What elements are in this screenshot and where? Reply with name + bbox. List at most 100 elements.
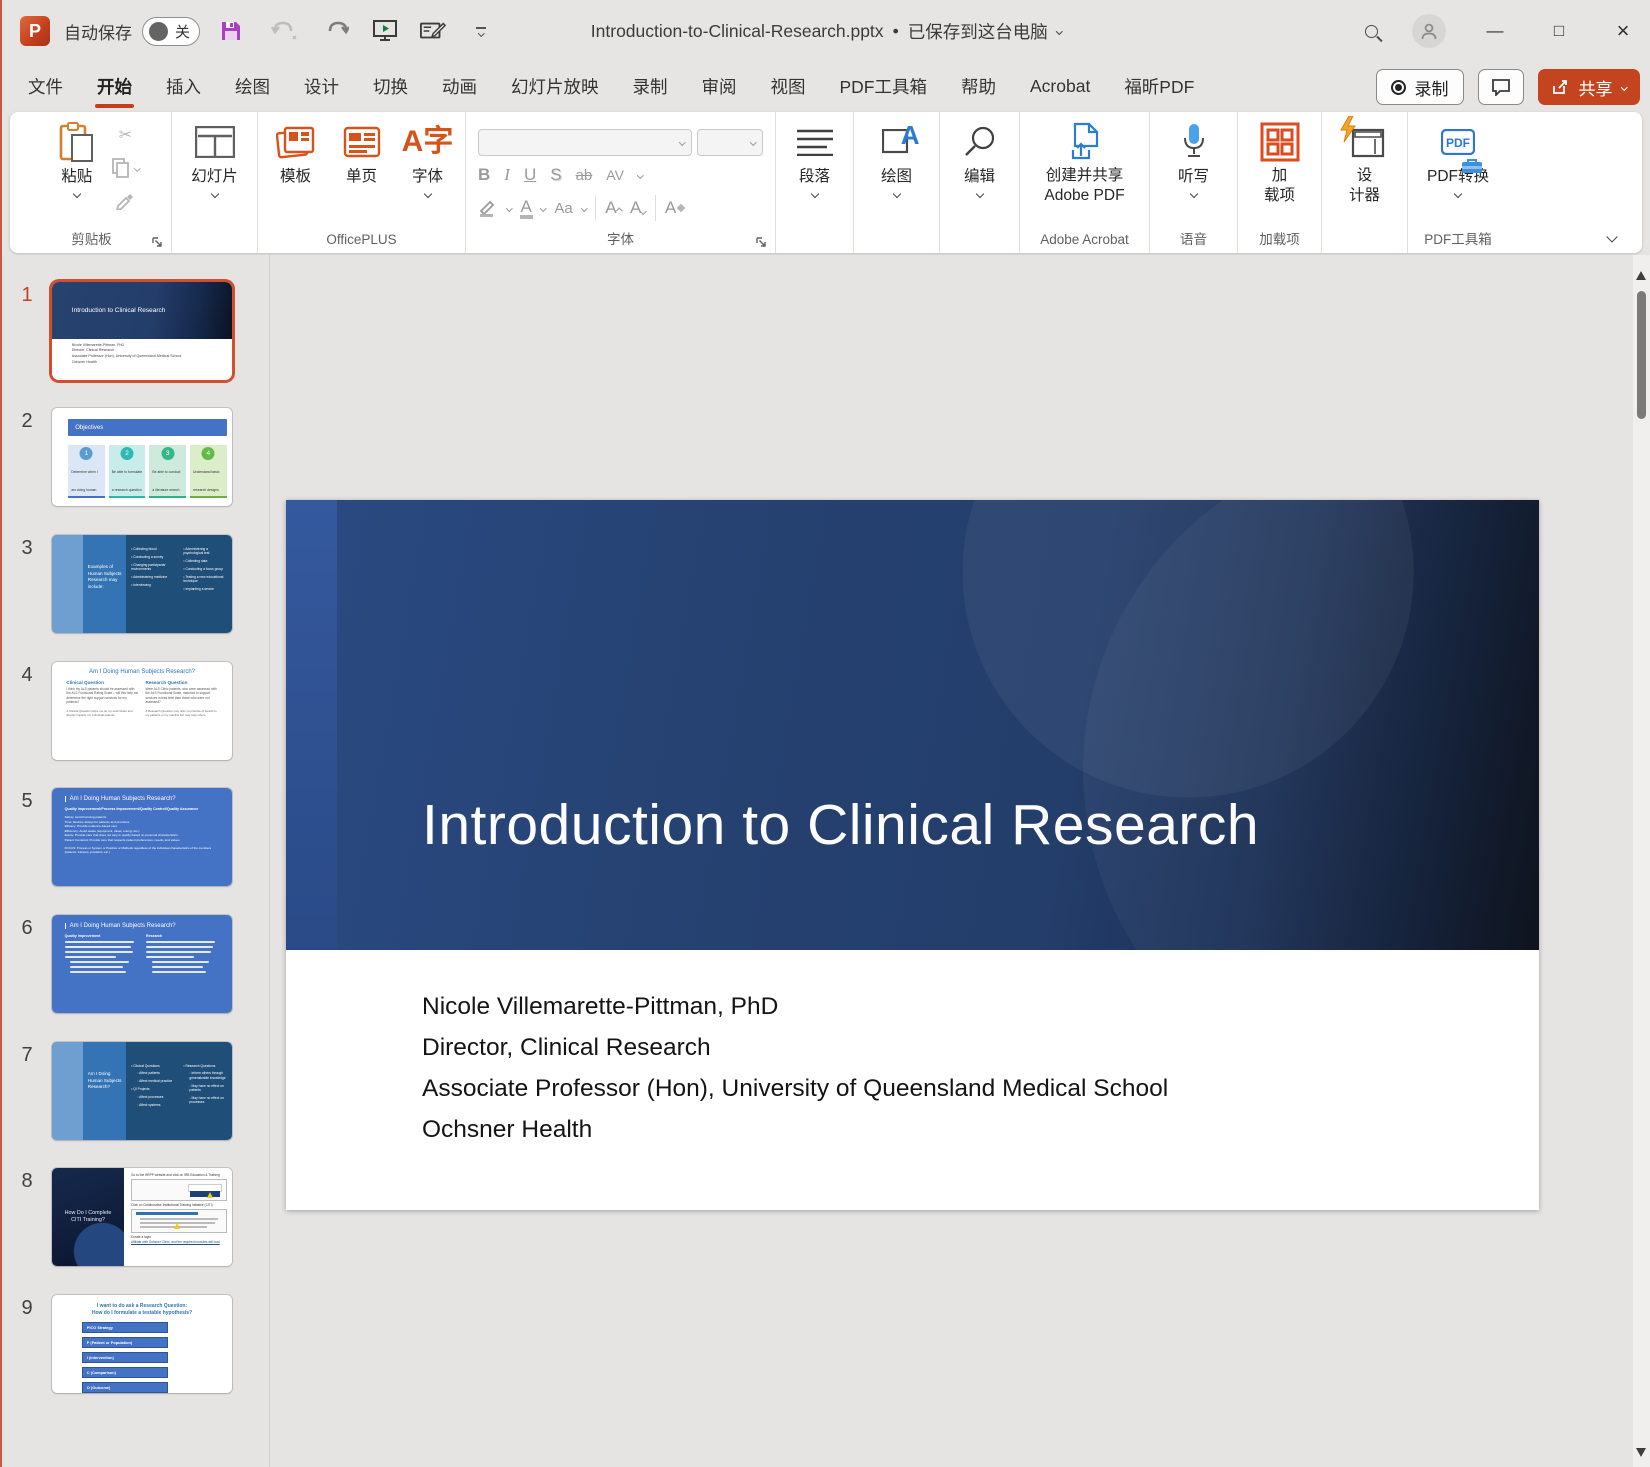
single-page-button[interactable]: 单页 [330, 118, 394, 229]
scrollbar-thumb[interactable] [1637, 291, 1646, 419]
create-share-adobe-pdf-button[interactable]: 创建并共享 Adobe PDF [1025, 118, 1145, 229]
pdf-toolbox-group-label: PDF工具箱 [1424, 232, 1492, 247]
minimize-button[interactable]: — [1480, 21, 1510, 41]
addins-button[interactable]: 加 载项 [1243, 118, 1317, 229]
tab-slideshow[interactable]: 幻灯片放映 [509, 65, 601, 110]
ribbon-tab-row: 文件 开始 插入 绘图 设计 切换 动画 幻灯片放映 录制 审阅 视图 PDF工… [2, 62, 1650, 112]
paragraph-button[interactable]: 段落 [780, 118, 849, 229]
save-icon[interactable] [218, 18, 244, 44]
title-dropdown[interactable]: Introduction-to-Clinical-Research.pptx •… [591, 19, 1061, 44]
new-slide-button[interactable]: 幻灯片 [178, 118, 252, 229]
tab-home[interactable]: 开始 [95, 65, 134, 110]
font-color-chevron-icon[interactable] [540, 205, 546, 211]
scroll-down-icon[interactable] [1636, 1448, 1646, 1457]
paste-button[interactable]: 粘贴 [44, 118, 110, 229]
ribbon: 粘贴 ✂ 剪贴板 [2, 112, 1650, 255]
character-spacing-chevron-icon[interactable] [637, 172, 643, 178]
autosave-control[interactable]: 自动保存 关 [64, 17, 200, 46]
paragraph-icon [796, 118, 834, 166]
titlebar: P 自动保存 关 Introduction-to-Clinical-Resear… [2, 0, 1650, 62]
format-painter-icon [112, 188, 140, 214]
tab-help[interactable]: 帮助 [959, 65, 998, 110]
start-slideshow-icon[interactable] [372, 18, 398, 44]
italic-button[interactable]: I [504, 165, 510, 185]
tab-file[interactable]: 文件 [26, 65, 65, 110]
account-avatar[interactable] [1412, 14, 1446, 48]
tab-transitions[interactable]: 切换 [371, 65, 410, 110]
tab-foxit-pdf[interactable]: 福昕PDF [1122, 65, 1196, 110]
highlight-pen-icon[interactable] [478, 199, 498, 217]
font-size-combo[interactable] [697, 129, 763, 156]
slide-thumbnail-1[interactable]: Introduction to Clinical Research Nicole… [52, 282, 232, 380]
collapse-ribbon-icon[interactable] [1606, 231, 1617, 242]
tab-insert[interactable]: 插入 [164, 65, 203, 110]
email-icon[interactable] [420, 18, 446, 44]
slide-number: 9 [2, 1295, 52, 1393]
font-group-footer: 字体 [470, 229, 771, 253]
slide-thumbnail-5[interactable]: Am I Doing Human Subjects Research? Qual… [52, 788, 232, 886]
underline-button[interactable]: U [524, 165, 536, 185]
vertical-scrollbar[interactable] [1633, 255, 1650, 1467]
font-az-icon: A字 [402, 118, 454, 166]
tab-view[interactable]: 视图 [769, 65, 808, 110]
redo-icon[interactable] [324, 18, 350, 44]
highlight-chevron-icon[interactable] [506, 205, 512, 211]
undo-icon [266, 18, 302, 44]
clipboard-dialog-launcher-icon[interactable] [151, 236, 163, 248]
tab-draw[interactable]: 绘图 [233, 65, 272, 110]
grow-font-button[interactable]: A [605, 198, 621, 218]
officeplus-group-label: OfficePLUS [326, 232, 396, 247]
tab-acrobat[interactable]: Acrobat [1028, 67, 1092, 108]
shrink-font-button[interactable]: A [630, 198, 646, 218]
scroll-up-icon[interactable] [1636, 271, 1646, 280]
bold-button[interactable]: B [478, 165, 490, 185]
slide-thumbnail-2[interactable]: Objectives 1Determine when I am doing hu… [52, 408, 232, 506]
slide-number: 6 [2, 915, 52, 1013]
customize-qat-icon[interactable] [468, 18, 494, 44]
tab-pdf-toolbox[interactable]: PDF工具箱 [838, 65, 930, 110]
slide-thumbnail-9[interactable]: I want to do ask a Research Question: Ho… [52, 1295, 232, 1393]
addins-group-label: 加载项 [1259, 232, 1300, 247]
slide-thumbnail-8[interactable]: How Do I Complete CITI Training? Go to t… [52, 1168, 232, 1266]
character-spacing-button[interactable]: AV [606, 167, 624, 183]
font-dialog-launcher-icon[interactable] [755, 236, 767, 248]
edit-button[interactable]: 编辑 [944, 118, 1015, 229]
text-shadow-button[interactable]: S [550, 165, 561, 185]
search-icon[interactable] [1365, 25, 1378, 38]
paragraph-label: 段落 [799, 166, 830, 187]
dictate-button[interactable]: 听写 [1157, 118, 1231, 229]
thumbnail-row-5: 5 Am I Doing Human Subjects Research? Qu… [2, 788, 232, 886]
officeplus-font-button[interactable]: A字 字体 [396, 118, 460, 229]
slide-thumbnail-6[interactable]: Am I Doing Human Subjects Research? Qual… [52, 915, 232, 1013]
tab-record[interactable]: 录制 [631, 65, 670, 110]
designer-button[interactable]: 设 计器 [1328, 118, 1402, 229]
autosave-toggle[interactable]: 关 [142, 17, 200, 46]
slide-canvas[interactable]: Introduction to Clinical Research Nicole… [286, 500, 1539, 1210]
tab-design[interactable]: 设计 [302, 65, 341, 110]
share-button[interactable]: 共享 [1538, 69, 1641, 105]
comments-button[interactable] [1478, 69, 1524, 105]
slide-subtitle-section[interactable]: Nicole Villemarette-Pittman, PhD Directo… [286, 950, 1539, 1210]
acrobat-label-line1: 创建并共享 [1046, 167, 1124, 184]
font-color-button[interactable]: A [521, 197, 532, 219]
change-case-button[interactable]: Aa [554, 200, 572, 217]
slide-thumbnail-7[interactable]: Am I Doing Human Subjects Research? Clin… [52, 1042, 232, 1140]
tab-animations[interactable]: 动画 [440, 65, 479, 110]
slide-thumbnail-3[interactable]: Examples of Human Subjects Research may … [52, 535, 232, 633]
tab-review[interactable]: 审阅 [700, 65, 739, 110]
toggle-knob-icon [149, 22, 168, 41]
font-name-combo[interactable] [478, 129, 692, 156]
slide-title-text[interactable]: Introduction to Clinical Research [422, 792, 1259, 858]
maximize-button[interactable]: □ [1544, 21, 1574, 41]
clear-formatting-button[interactable]: A [665, 198, 686, 218]
change-case-chevron-icon[interactable] [581, 205, 587, 211]
pdf-convert-button[interactable]: PDF PDF转换 [1412, 118, 1504, 229]
strikethrough-button[interactable]: ab [576, 167, 593, 184]
record-button[interactable]: 录制 [1376, 69, 1464, 105]
draw-button[interactable]: A 绘图 [860, 118, 934, 229]
slide-thumbnail-4[interactable]: Am I Doing Human Subjects Research? Clin… [52, 662, 232, 760]
template-button[interactable]: 模板 [264, 118, 328, 229]
adobe-pdf-icon [1067, 118, 1103, 166]
slide-layout-icon [195, 118, 235, 166]
close-button[interactable]: × [1608, 18, 1638, 44]
